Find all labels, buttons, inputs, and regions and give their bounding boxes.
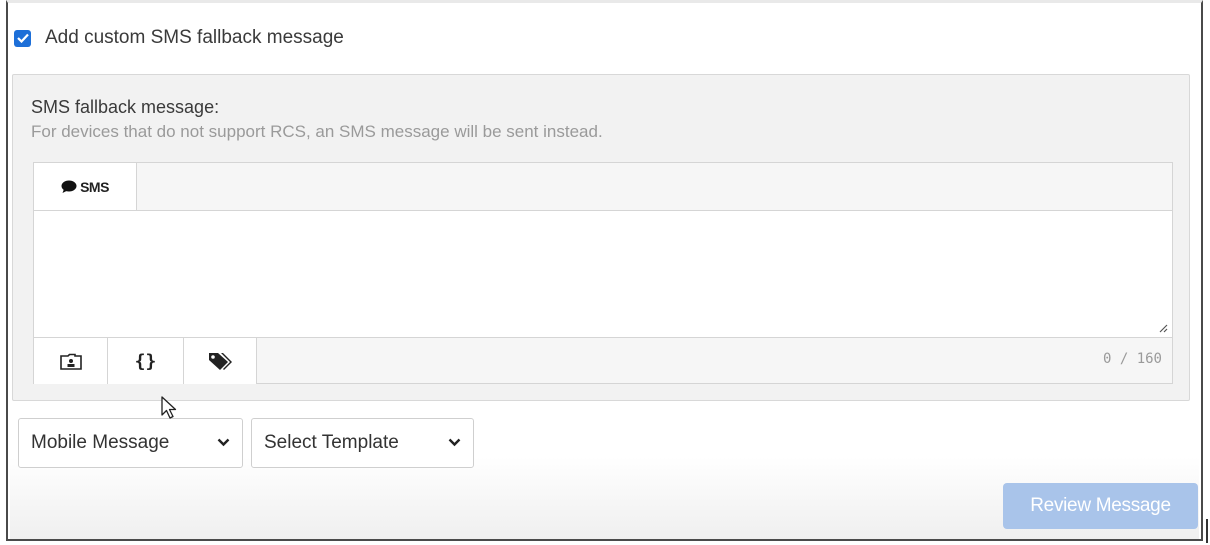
edge-mark: [1206, 519, 1208, 543]
message-type-select[interactable]: Mobile Message: [18, 418, 243, 468]
review-message-button[interactable]: Review Message: [1003, 483, 1198, 529]
resize-grip-icon[interactable]: [1158, 323, 1168, 333]
sms-fallback-panel: SMS fallback message: For devices that d…: [12, 74, 1190, 401]
message-type-select-value: Mobile Message: [31, 432, 170, 453]
sms-fallback-checkbox-row[interactable]: Add custom SMS fallback message: [14, 27, 344, 49]
template-select[interactable]: Select Template: [251, 418, 474, 468]
editor-tabbar: SMS: [34, 163, 1172, 211]
panel-title: SMS fallback message:: [31, 97, 220, 117]
chevron-down-icon: [217, 438, 230, 447]
template-select-value: Select Template: [264, 432, 399, 453]
contact-card-icon: [59, 353, 82, 370]
editor-toolbar: {} 0 / 160: [34, 337, 1172, 384]
panel-hint: For devices that do not support RCS, an …: [31, 122, 603, 141]
sms-message-textarea[interactable]: [34, 211, 1172, 337]
insert-tag-button[interactable]: [184, 338, 257, 384]
checkmark-icon: [16, 33, 29, 43]
character-counter: 0 / 160: [1102, 351, 1162, 367]
tags-icon: [209, 353, 232, 370]
speech-bubble-icon: [61, 180, 77, 193]
mouse-pointer-icon: [161, 396, 177, 419]
insert-variable-button[interactable]: {}: [108, 338, 184, 384]
sms-fallback-checkbox[interactable]: [14, 29, 31, 47]
chevron-down-icon: [448, 438, 461, 447]
tab-sms[interactable]: SMS: [34, 163, 137, 210]
sms-editor: SMS {} 0 / 160: [33, 162, 1173, 384]
sms-fallback-checkbox-label[interactable]: Add custom SMS fallback message: [45, 27, 344, 49]
insert-contact-button[interactable]: [34, 338, 108, 384]
tab-sms-label: SMS: [80, 178, 109, 195]
